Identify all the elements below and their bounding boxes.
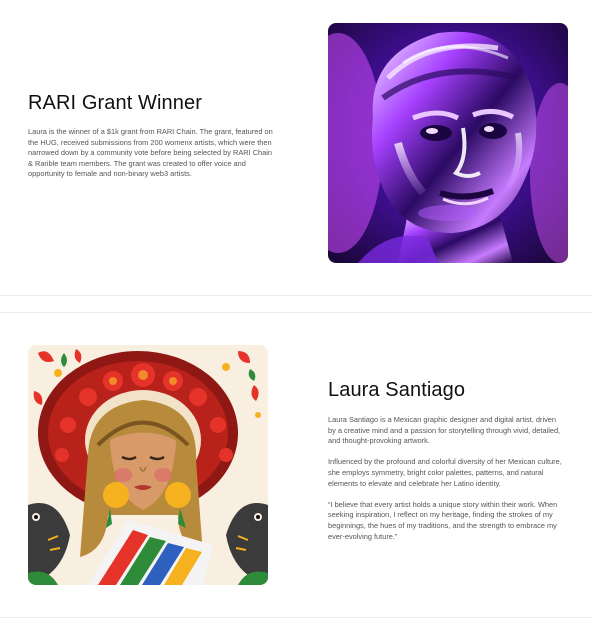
artist-portrait-artwork: [28, 345, 268, 585]
section-divider: [0, 295, 592, 296]
section-divider: [0, 617, 592, 618]
artist-section: Laura Santiago Laura Santiago is a Mexic…: [0, 313, 592, 618]
artist-bio-paragraph: Laura Santiago is a Mexican graphic desi…: [328, 415, 561, 446]
artist-quote-paragraph: “I believe that every artist holds a uni…: [328, 499, 558, 541]
grant-section: RARI Grant Winner Laura is the winner of…: [0, 0, 592, 296]
grant-text-block: RARI Grant Winner Laura is the winner of…: [28, 92, 273, 180]
artist-name: Laura Santiago: [328, 379, 466, 401]
artist-text-block: Laura Santiago Laura Santiago is a Mexic…: [328, 379, 563, 553]
mexican-woman-portrait-illustration: [28, 345, 268, 585]
chrome-head-sculpture-image: [328, 23, 568, 263]
grant-title: RARI Grant Winner: [28, 92, 202, 114]
chrome-head-artwork: [328, 23, 568, 263]
artist-bio-paragraph: Influenced by the profound and colorful …: [328, 457, 562, 488]
grant-description: Laura is the winner of a $1k grant from …: [28, 127, 273, 179]
